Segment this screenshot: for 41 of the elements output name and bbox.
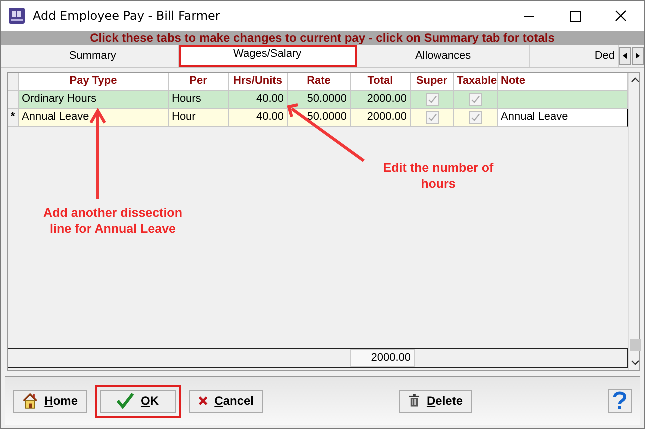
annotation-text: Add another dissection line for Annual Leave xyxy=(42,205,184,237)
annotation-text: Edit the number of hours xyxy=(382,160,495,192)
table-cell: Hour xyxy=(169,109,229,128)
column-header[interactable]: Rate xyxy=(288,73,351,92)
new-row-marker: * xyxy=(10,111,16,124)
home-button[interactable]: Home xyxy=(13,390,87,412)
table-cell: 50.0000 xyxy=(288,91,351,110)
total-cell: 2000.00 xyxy=(350,349,415,367)
table-cell: Ordinary Hours xyxy=(19,91,169,110)
delete-button[interactable]: Delete xyxy=(399,390,472,412)
checkbox[interactable] xyxy=(426,93,438,106)
column-header[interactable]: Note xyxy=(498,73,628,92)
app-icon xyxy=(9,8,25,24)
table-cell: 2000.00 xyxy=(351,91,411,110)
column-header[interactable]: Per xyxy=(169,73,229,92)
trash-icon xyxy=(408,392,421,410)
check-icon xyxy=(116,392,135,410)
table-cell: 40.00 xyxy=(229,91,288,110)
ok-button[interactable]: OK xyxy=(100,390,176,412)
instruction-banner: Click these tabs to make changes to current pay - click on Summary tab for totals xyxy=(1,31,644,46)
table-cell: Annual Leave xyxy=(19,109,169,128)
table-cell: Hours xyxy=(169,91,229,110)
column-header[interactable]: Taxable xyxy=(454,73,498,92)
house-icon xyxy=(22,392,39,410)
checkbox[interactable] xyxy=(469,111,482,124)
help-button[interactable] xyxy=(608,389,632,413)
question-mark-icon xyxy=(611,391,629,411)
column-header[interactable]: Total xyxy=(351,73,411,92)
checkbox[interactable] xyxy=(469,93,482,106)
column-header[interactable]: Hrs/Units xyxy=(229,73,288,92)
table-cell: 50.0000 xyxy=(288,109,351,128)
table-cell: 2000.00 xyxy=(351,109,411,128)
column-header[interactable]: Super xyxy=(411,73,454,92)
tab[interactable]: Wages/Salary xyxy=(178,45,358,68)
scrollbar-thumb[interactable] xyxy=(630,339,641,351)
window-title: Add Employee Pay - Bill Farmer xyxy=(33,9,222,24)
table-cell: 40.00 xyxy=(229,109,288,128)
checkbox[interactable] xyxy=(426,111,438,124)
cancel-button[interactable]: Cancel xyxy=(189,390,263,412)
column-header[interactable]: Pay Type xyxy=(19,73,169,92)
table-cell: Annual Leave xyxy=(498,109,628,128)
